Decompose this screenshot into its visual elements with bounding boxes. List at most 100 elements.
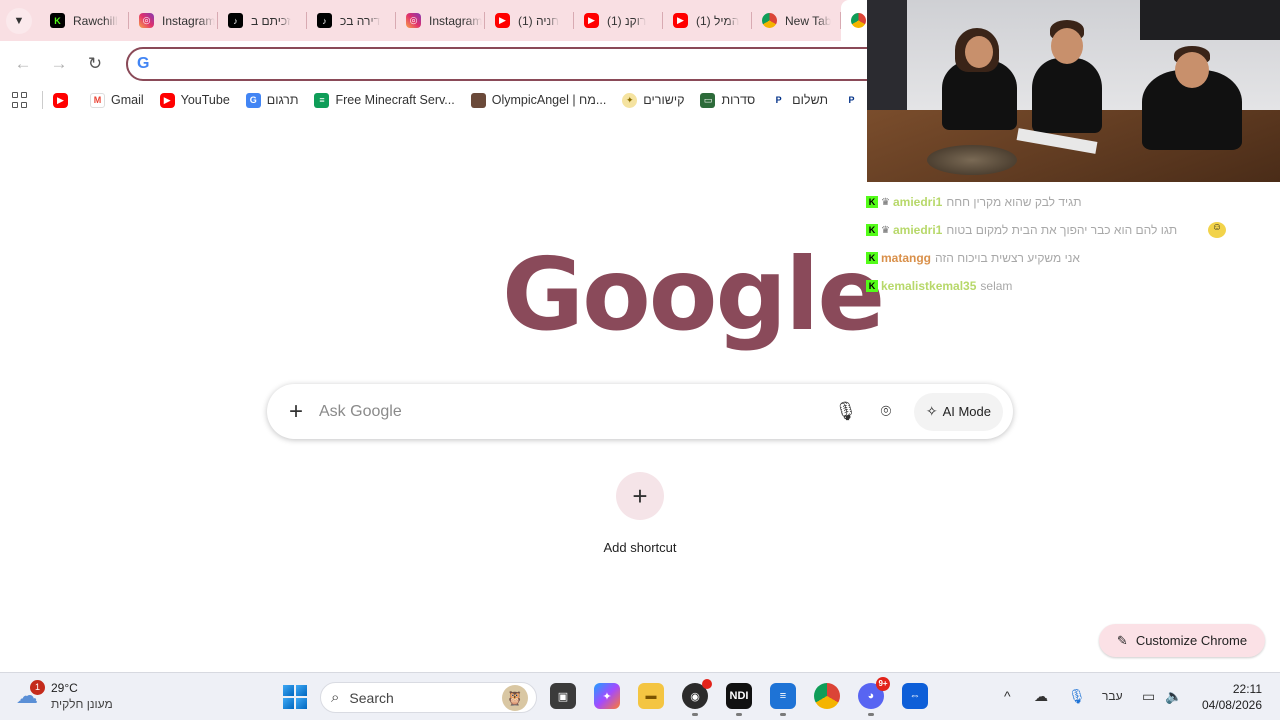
weather-description: מעונן חלקית	[51, 697, 113, 711]
chat-text: תגו להם הוא כבר יהפוך את הבית למקום בטוח	[946, 223, 1178, 237]
address-bar[interactable]: G	[126, 46, 886, 81]
bookmark-item[interactable]: P תשלום	[771, 92, 828, 108]
back-button[interactable]: ←	[6, 47, 40, 81]
bulb-icon: ✦	[622, 92, 638, 108]
bookmark-label: תרגום	[266, 93, 299, 107]
bookmark-item[interactable]: ▶ YouTube	[159, 92, 230, 108]
tv-icon: ▭	[700, 92, 716, 108]
person-2	[1032, 58, 1102, 133]
chat-text: תגיד לבק שהוא מקרין חחח	[946, 195, 1082, 209]
system-clock[interactable]: 22:11 04/08/2026	[1202, 681, 1262, 713]
tiktok-icon: ♪	[317, 13, 332, 28]
network-icon[interactable]: ▭	[1142, 683, 1155, 709]
emote-icon: ☺	[1208, 222, 1226, 238]
microphone-icon[interactable]: 🎙	[828, 394, 864, 430]
browser-tab[interactable]: ◎ Instagram	[396, 0, 485, 41]
bookmark-item[interactable]: P	[844, 92, 865, 108]
cat	[927, 145, 1017, 175]
task-view-icon[interactable]: ▣	[550, 683, 576, 709]
reload-icon: ↻	[87, 53, 103, 73]
reload-button[interactable]: ↻	[78, 47, 112, 81]
tab-search-button[interactable]: ▼	[6, 7, 32, 34]
tiktok-icon: ♪	[228, 13, 243, 28]
bookmark-label: Gmail	[111, 93, 144, 107]
apps-grid-icon[interactable]	[12, 92, 28, 108]
chat-username[interactable]: amiedri1	[893, 195, 942, 209]
browser-tab[interactable]: ♪ זכיתם ב	[218, 0, 307, 41]
google-g-icon: G	[137, 54, 150, 72]
bookmark-item[interactable]: ≡ Free Minecraft Serv...	[314, 92, 455, 108]
chat-username[interactable]: kemalistkemal35	[881, 279, 976, 293]
bookmark-item[interactable]: ▭ סדרות	[700, 92, 755, 108]
youtube-icon: ▶	[584, 13, 599, 28]
browser-tab[interactable]: K Rawchill	[40, 0, 129, 41]
search-highlight-owl-icon: 🦉	[502, 685, 528, 711]
bookmark-item[interactable]: G תרגום	[245, 92, 299, 108]
start-button[interactable]	[283, 685, 307, 709]
search-input[interactable]	[319, 402, 828, 421]
arrow-right-icon: →	[50, 53, 68, 73]
bookmarks-divider	[42, 91, 43, 109]
copilot-icon[interactable]: ✦	[594, 683, 620, 709]
browser-tab[interactable]: ▶ (1) רוקנ	[574, 0, 663, 41]
youtube-icon: ▶	[53, 92, 68, 108]
chat-message: Kmatangg אני משקיע רצשית בויכוח הזה	[866, 244, 1280, 272]
kick-badge-icon: K	[866, 252, 878, 264]
ai-mode-button[interactable]: ✧ AI Mode	[913, 392, 1003, 431]
ndi-icon[interactable]: NDI	[726, 683, 752, 716]
bookmark-label: YouTube	[180, 93, 230, 107]
taskbar-search[interactable]: ⌕ Search 🦉	[320, 682, 537, 713]
chevron-up-icon[interactable]: ^	[1004, 683, 1011, 709]
tab-title: (1) רוקנ	[607, 13, 647, 28]
teamviewer-icon[interactable]: ⇔	[902, 683, 928, 709]
bookmark-item[interactable]: M Gmail	[90, 92, 144, 108]
browser-tab[interactable]: ▶ (1) חניה	[485, 0, 574, 41]
instagram-icon: ◎	[406, 13, 421, 28]
browser-tab[interactable]: ♪ דירה בכ	[307, 0, 396, 41]
pencil-icon: ✎	[1116, 632, 1128, 648]
chevron-down-icon: ▼	[13, 14, 25, 27]
weather-temperature: 29°C	[51, 681, 78, 695]
browser-tab[interactable]: ◎ Instagram	[129, 0, 218, 41]
volume-icon[interactable]: 🔈	[1165, 683, 1182, 709]
google-logo: Google	[502, 236, 885, 353]
onedrive-offline-icon[interactable]: ☁	[1034, 683, 1048, 709]
bookmark-label: Free Minecraft Serv...	[335, 93, 455, 107]
plus-icon[interactable]: +	[283, 398, 309, 426]
google-lens-icon[interactable]: ⌾	[868, 394, 904, 430]
discord-icon[interactable]: ◕ 9+	[858, 677, 890, 716]
bookmark-label: קישורים	[643, 93, 685, 107]
bookmark-item[interactable]: ▶	[53, 92, 74, 108]
language-indicator[interactable]: עבר	[1102, 683, 1123, 709]
file-explorer-icon[interactable]: ▬	[638, 683, 664, 709]
chat-text: אני משקיע רצשית בויכוח הזה	[935, 251, 1080, 265]
chat-username[interactable]: amiedri1	[893, 223, 942, 237]
kick-icon: K	[50, 13, 65, 28]
notepad-icon[interactable]: ≡	[770, 683, 796, 716]
add-shortcut-tile[interactable]: + Add shortcut	[590, 472, 690, 555]
bookmark-item[interactable]: ✦ קישורים	[622, 92, 685, 108]
google-search-box[interactable]: + 🎙 ⌾ ✧ AI Mode	[267, 384, 1013, 439]
weather-widget[interactable]: ☁ 1 29°C מעונן חלקית	[16, 680, 113, 712]
obs-studio-icon[interactable]: ◉	[682, 679, 712, 716]
arrow-left-icon: ←	[14, 53, 32, 73]
bookmark-label: תשלום	[792, 93, 828, 107]
customize-chrome-label: Customize Chrome	[1135, 633, 1248, 648]
chat-message: Kkemalistkemal35 selam	[866, 272, 1280, 300]
browser-tab[interactable]: ▶ (1) המיל	[663, 0, 752, 41]
chat-username[interactable]: matangg	[881, 251, 931, 265]
tab-title: New Tab	[785, 13, 832, 28]
bookmark-item[interactable]: OlympicAngel | מח...	[470, 92, 606, 108]
notification-badge: 1	[30, 680, 45, 695]
chrome-icon	[762, 13, 777, 28]
browser-tab[interactable]: New Tab	[752, 0, 841, 41]
chrome-icon[interactable]	[814, 683, 840, 709]
forward-button[interactable]: →	[42, 47, 76, 81]
plus-icon: +	[616, 472, 664, 520]
kick-badge-icon: K	[866, 224, 878, 236]
gmail-icon: M	[90, 92, 105, 108]
customize-chrome-button[interactable]: ✎ Customize Chrome	[1099, 624, 1265, 657]
microphone-icon[interactable]: 🎙	[1068, 683, 1086, 709]
paypal-icon: P	[771, 92, 787, 108]
kick-badge-icon: K	[866, 196, 878, 208]
